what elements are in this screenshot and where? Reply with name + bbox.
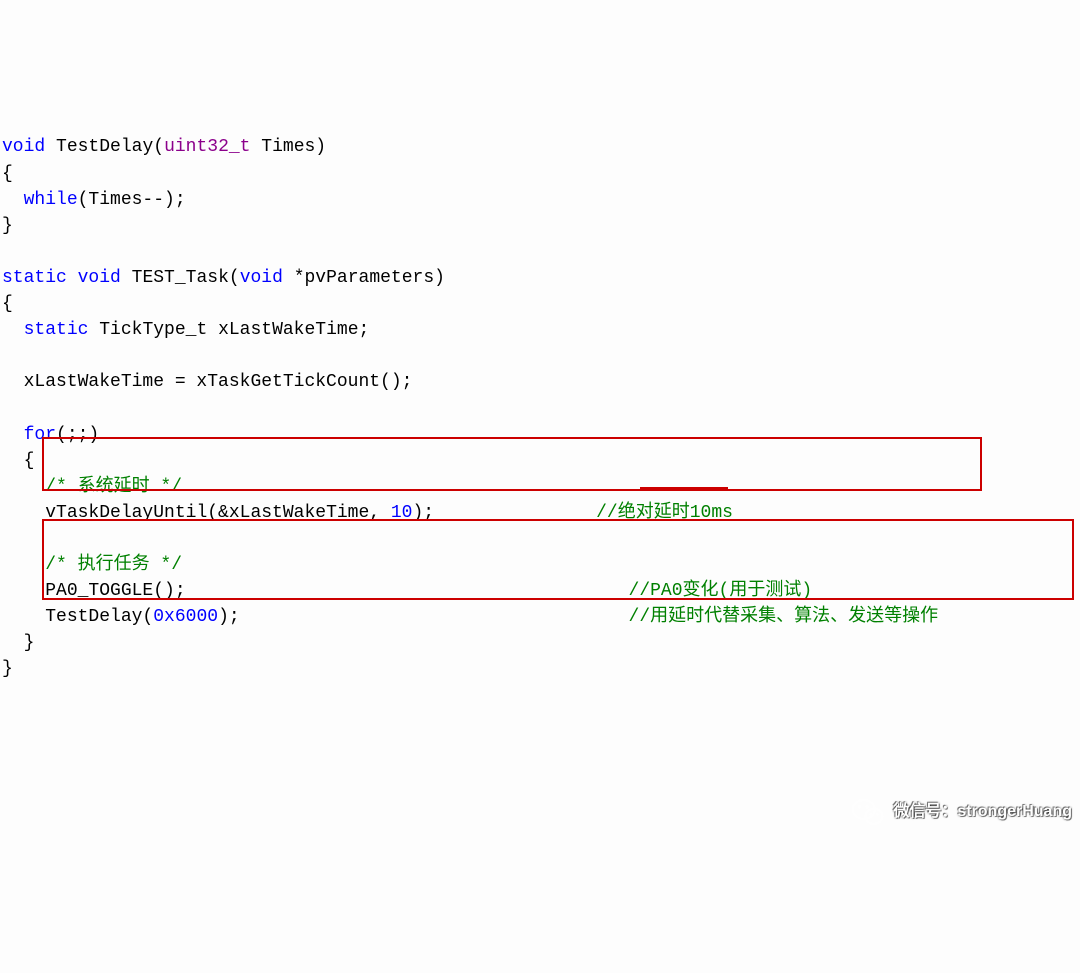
keyword: for xyxy=(24,425,56,445)
keyword: static xyxy=(2,268,67,288)
highlight-box-1 xyxy=(42,437,982,491)
code-comment: //PA0变化(用于测试) xyxy=(629,581,813,601)
keyword: while xyxy=(24,190,78,210)
watermark-text: 微信号：strongerHuang xyxy=(893,800,1072,823)
code-line: { xyxy=(2,451,34,471)
code-comment: //用延时代替采集、算法、发送等操作 xyxy=(629,607,939,627)
code-line: static void TEST_Task(void *pvParameters… xyxy=(2,268,445,288)
keyword: static xyxy=(24,320,89,340)
code-line: } xyxy=(2,216,13,236)
code-comment: /* 系统延时 */ xyxy=(45,477,182,497)
red-underline xyxy=(640,487,728,489)
watermark: 微信号：strongerHuang xyxy=(851,795,1072,829)
type-name: TickType_t xyxy=(99,320,207,340)
keyword: void xyxy=(240,268,283,288)
keyword: void xyxy=(78,268,121,288)
function-name: TestDelay xyxy=(56,137,153,157)
code-line: { xyxy=(2,294,13,314)
code-comment: /* 执行任务 */ xyxy=(45,555,182,575)
code-line: vTaskDelayUntil(&xLastWakeTime, 10); //绝… xyxy=(45,503,733,523)
code-line: void TestDelay(uint32_t Times) xyxy=(2,137,326,157)
code-line: { xyxy=(2,164,13,184)
type: uint32_t xyxy=(164,137,250,157)
number-literal: 10 xyxy=(391,503,413,523)
keyword: void xyxy=(2,137,45,157)
function-name: TEST_Task xyxy=(132,268,229,288)
code-comment: //绝对延时10ms xyxy=(596,503,733,523)
code-line: for(;;) xyxy=(24,425,100,445)
code-line: static TickType_t xLastWakeTime; xyxy=(24,320,370,340)
code-line: PA0_TOGGLE(); //PA0变化(用于测试) xyxy=(45,581,812,601)
code-line: xLastWakeTime = xTaskGetTickCount(); xyxy=(2,372,412,392)
number-literal: 0x6000 xyxy=(153,607,218,627)
code-line: TestDelay(0x6000); //用延时代替采集、算法、发送等操作 xyxy=(45,607,938,627)
code-line: while(Times--); xyxy=(24,190,186,210)
code-line: } xyxy=(2,659,13,679)
wechat-icon xyxy=(851,795,885,829)
code-block: void TestDelay(uint32_t Times) { while(T… xyxy=(0,104,1080,843)
code-line: } xyxy=(2,633,34,653)
